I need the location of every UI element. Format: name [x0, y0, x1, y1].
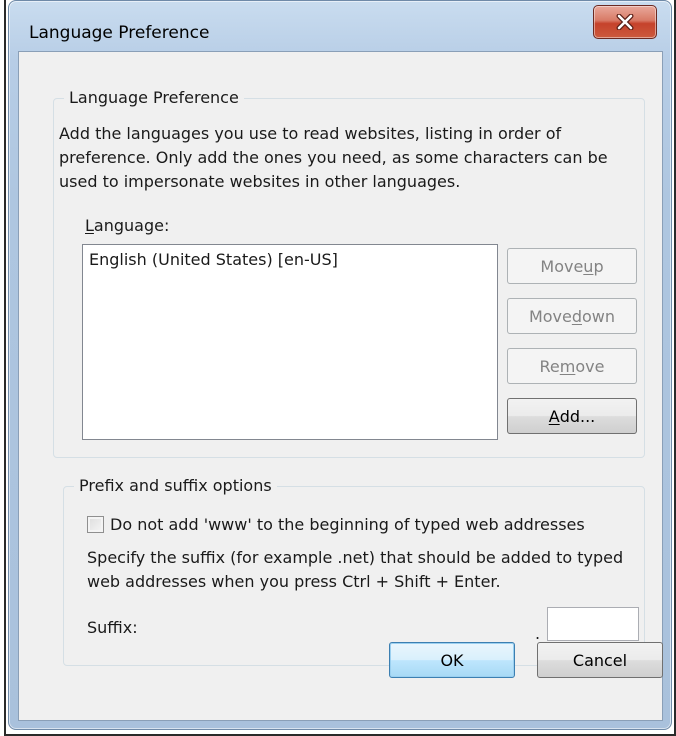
- language-preference-dialog: Language Preference Language Preference …: [8, 0, 672, 730]
- prefix-suffix-group-title: Prefix and suffix options: [74, 476, 277, 496]
- www-checkbox-row[interactable]: Do not add 'www' to the beginning of typ…: [87, 515, 585, 534]
- www-checkbox-label[interactable]: Do not add 'www' to the beginning of typ…: [110, 515, 585, 534]
- remove-button[interactable]: Re m ove: [507, 348, 637, 384]
- move-up-button[interactable]: Move up: [507, 248, 637, 284]
- move-down-button[interactable]: Move d own: [507, 298, 637, 334]
- language-label: Language:: [85, 216, 170, 235]
- www-checkbox[interactable]: [87, 516, 104, 533]
- ok-button[interactable]: OK: [389, 642, 515, 678]
- suffix-label: Suffix:: [87, 618, 138, 637]
- window-title: Language Preference: [29, 23, 210, 43]
- language-preference-group-title: Language Preference: [64, 88, 244, 108]
- language-list-item[interactable]: English (United States) [en-US]: [87, 249, 340, 271]
- suffix-input[interactable]: [547, 607, 639, 641]
- suffix-description: Specify the suffix (for example .net) th…: [87, 548, 624, 591]
- cancel-button[interactable]: Cancel: [537, 642, 663, 678]
- close-button[interactable]: [593, 5, 657, 39]
- close-x-icon: [616, 14, 634, 30]
- language-listbox[interactable]: English (United States) [en-US]: [82, 244, 498, 440]
- language-description: Add the languages you use to read websit…: [59, 124, 608, 191]
- add-language-button[interactable]: Add...: [507, 398, 637, 434]
- dialog-client-area: Language Preference Add the languages yo…: [18, 51, 663, 721]
- suffix-dot: .: [535, 624, 541, 643]
